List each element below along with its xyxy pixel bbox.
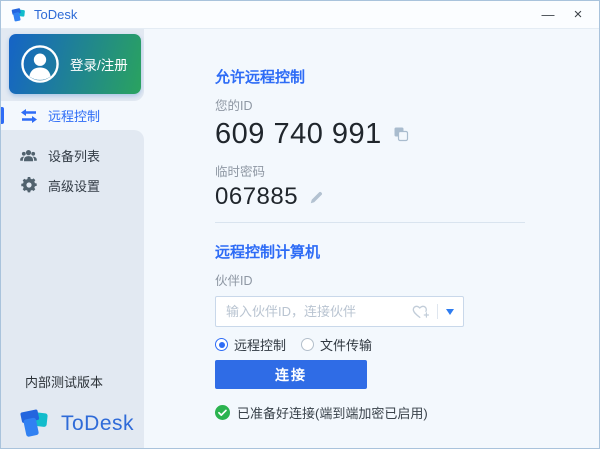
input-separator bbox=[437, 304, 438, 319]
todesk-logo-icon bbox=[19, 407, 52, 440]
sidebar-item-remote-control[interactable]: 远程控制 bbox=[1, 101, 144, 130]
section-title-allow-remote: 允许远程控制 bbox=[215, 69, 306, 86]
transfer-arrows-icon bbox=[20, 108, 37, 123]
brand-logo: ToDesk bbox=[19, 407, 134, 440]
mode-file-transfer-label: 文件传输 bbox=[320, 338, 373, 353]
radio-selected-icon bbox=[215, 338, 228, 351]
todesk-window: ToDesk — × 登录/注册 远程控制 设备列表 高级设置 内部测试版本 T… bbox=[0, 0, 600, 449]
close-button[interactable]: × bbox=[563, 3, 593, 27]
mode-remote-control-label: 远程控制 bbox=[234, 338, 287, 353]
temp-password-value: 067885 bbox=[215, 183, 299, 210]
connect-button[interactable]: 连接 bbox=[215, 360, 367, 389]
heart-plus-icon[interactable] bbox=[411, 304, 429, 320]
login-register-label: 登录/注册 bbox=[70, 58, 128, 73]
section-divider bbox=[215, 222, 525, 223]
active-indicator bbox=[1, 107, 4, 124]
sidebar-bottom-section: 设备列表 高级设置 内部测试版本 ToDesk bbox=[1, 130, 144, 448]
chevron-down-icon[interactable] bbox=[446, 308, 454, 315]
brand-name: ToDesk bbox=[61, 411, 135, 435]
devices-people-icon bbox=[20, 148, 37, 163]
partner-id-input-wrap bbox=[215, 296, 464, 327]
mode-file-transfer[interactable]: 文件传输 bbox=[301, 335, 372, 354]
avatar-icon bbox=[21, 45, 59, 83]
device-id-value: 609 740 991 bbox=[215, 118, 382, 150]
check-circle-icon bbox=[215, 405, 230, 420]
connection-mode-group: 远程控制 文件传输 bbox=[215, 335, 599, 354]
nav-label-device-list: 设备列表 bbox=[48, 148, 101, 164]
app-title: ToDesk bbox=[34, 7, 78, 22]
todesk-logo-icon bbox=[11, 7, 27, 23]
sidebar-item-advanced-settings[interactable]: 高级设置 bbox=[1, 170, 144, 200]
login-register-card[interactable]: 登录/注册 bbox=[9, 34, 141, 94]
status-text: 已准备好连接(端到端加密已启用) bbox=[237, 406, 428, 421]
your-id-label: 您的ID bbox=[215, 99, 253, 113]
minimize-button[interactable]: — bbox=[533, 3, 563, 27]
main-panel: 允许远程控制 您的ID 609 740 991 临时密码 067885 远程控制… bbox=[144, 29, 599, 448]
status-row: 已准备好连接(端到端加密已启用) bbox=[215, 403, 599, 422]
nav-label-remote-control: 远程控制 bbox=[48, 109, 101, 124]
copy-icon[interactable] bbox=[393, 126, 409, 142]
partner-id-input[interactable] bbox=[216, 304, 411, 319]
gear-icon bbox=[20, 177, 37, 193]
sidebar-item-device-list[interactable]: 设备列表 bbox=[1, 140, 144, 170]
section-title-remote-computer: 远程控制计算机 bbox=[215, 244, 321, 261]
temp-password-label: 临时密码 bbox=[215, 165, 266, 179]
mode-remote-control[interactable]: 远程控制 bbox=[215, 335, 286, 354]
titlebar: ToDesk — × bbox=[1, 1, 599, 29]
edit-pencil-icon[interactable] bbox=[309, 190, 324, 205]
partner-id-label: 伙伴ID bbox=[215, 274, 253, 288]
radio-unselected-icon bbox=[301, 338, 315, 351]
sidebar: 登录/注册 远程控制 设备列表 高级设置 内部测试版本 ToDesk bbox=[1, 29, 144, 448]
version-label: 内部测试版本 bbox=[25, 375, 104, 390]
nav-label-advanced-settings: 高级设置 bbox=[48, 178, 101, 194]
window-controls: — × bbox=[533, 1, 593, 28]
sidebar-top-section: 登录/注册 bbox=[1, 29, 144, 101]
